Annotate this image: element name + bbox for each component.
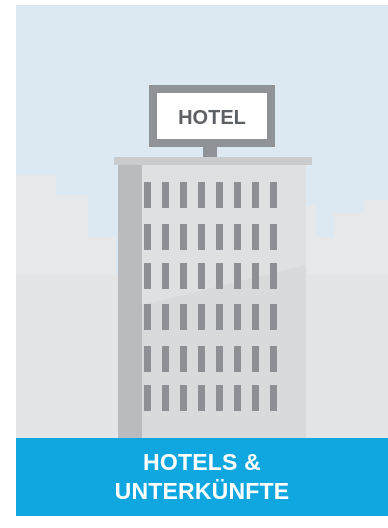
sign-label: HOTEL <box>178 107 246 129</box>
category-caption-banner[interactable]: HOTELS & UNTERKÜNFTE <box>16 438 388 516</box>
caption-line-1: HOTELS & <box>143 449 261 475</box>
caption-line-2: UNTERKÜNFTE <box>114 478 290 504</box>
hotel-category-tile[interactable]: HOTEL HOTELS & UNTERKÜNFTE <box>16 5 388 516</box>
hotel-building-illustration: HOTEL <box>16 5 388 438</box>
hotel-sign: HOTEL <box>149 85 275 147</box>
